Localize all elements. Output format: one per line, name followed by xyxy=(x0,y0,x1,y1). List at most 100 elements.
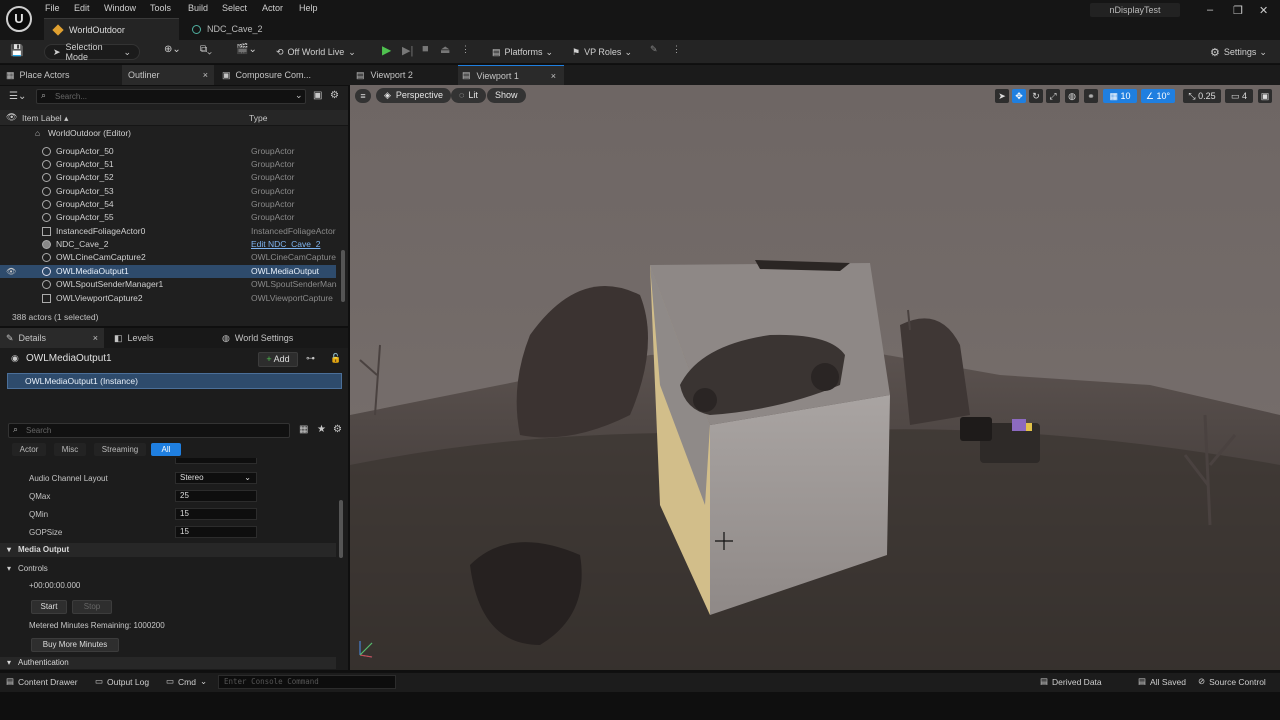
save-icon[interactable]: 💾 xyxy=(10,44,24,60)
console-input[interactable]: Enter Console Command xyxy=(218,675,396,689)
menu-window[interactable]: Window xyxy=(104,3,136,13)
audio-channel-layout-select[interactable]: Stereo ⌄ xyxy=(175,472,257,484)
more-options-icon[interactable]: ⋮ xyxy=(461,44,470,60)
table-row[interactable]: OWLSpoutSenderManager1 OWLSpoutSenderMana xyxy=(0,278,337,291)
details-scrollbar[interactable] xyxy=(339,500,343,558)
play-icon[interactable]: ▶ xyxy=(382,43,391,59)
section-media-output[interactable]: ▾ Media Output xyxy=(0,543,336,557)
edit-ndc-link[interactable]: Edit NDC_Cave_2 xyxy=(251,238,337,251)
unreal-logo-icon[interactable]: U xyxy=(6,6,32,32)
outliner-scrollbar[interactable] xyxy=(341,250,345,302)
tab-world-settings[interactable]: ◍ World Settings xyxy=(216,328,346,348)
tab-levels[interactable]: ◧ Levels xyxy=(108,328,208,348)
menu-file[interactable]: File xyxy=(45,3,60,13)
table-view-icon[interactable]: ▦ xyxy=(299,424,308,435)
section-controls[interactable]: ▾ Controls xyxy=(0,562,336,575)
table-row[interactable]: GroupActor_52 GroupActor xyxy=(0,171,336,184)
output-log-button[interactable]: ▭ Output Log xyxy=(95,676,149,687)
scale-icon[interactable]: ⤢ xyxy=(1046,89,1060,103)
move-icon[interactable]: ✥ xyxy=(1012,89,1026,103)
tab-ndc-cave[interactable]: NDC_Cave_2 xyxy=(182,18,302,40)
step-icon[interactable]: ▶| xyxy=(402,44,413,60)
cmd-dropdown[interactable]: ▭ Cmd ⌄ xyxy=(166,676,207,687)
hamburger-menu-icon[interactable]: ≡ xyxy=(355,89,371,103)
platforms-dropdown[interactable]: ▤ Platforms ⌄ xyxy=(492,44,553,60)
menu-help[interactable]: Help xyxy=(299,3,318,13)
blueprint-icon[interactable]: ⧉⌄ xyxy=(200,44,212,60)
menu-tools[interactable]: Tools xyxy=(150,3,171,13)
minimize-icon[interactable]: – xyxy=(1207,4,1213,16)
cinematics-icon[interactable]: 🎬⌄ xyxy=(236,44,257,60)
tab-viewport-2[interactable]: ▤ Viewport 2 xyxy=(352,65,452,85)
world-icon[interactable]: ◍ xyxy=(1065,89,1079,103)
instance-row[interactable]: OWLMediaOutput1 (Instance) xyxy=(7,373,342,389)
close-icon[interactable]: × xyxy=(551,71,556,81)
more-options-icon[interactable]: ⋮ xyxy=(672,44,681,60)
source-control-button[interactable]: ⊘ Source Control xyxy=(1198,676,1266,687)
puzzle-icon[interactable]: ✎ xyxy=(650,44,658,60)
perspective-dropdown[interactable]: ◈ Perspective xyxy=(376,88,451,103)
rotate-icon[interactable]: ↻ xyxy=(1029,89,1043,103)
close-icon[interactable]: × xyxy=(203,70,208,80)
vp-roles-dropdown[interactable]: ⚑ VP Roles ⌄ xyxy=(572,44,632,60)
add-actor-icon[interactable]: ⊕⌄ xyxy=(164,44,181,60)
visibility-eye-icon[interactable]: 👁 xyxy=(6,112,17,123)
tab-composure[interactable]: ▣ Composure Com... xyxy=(216,65,346,85)
level-viewport[interactable] xyxy=(350,85,1280,670)
qmin-field[interactable]: 15 xyxy=(175,508,257,520)
show-dropdown[interactable]: Show xyxy=(487,88,526,103)
lit-dropdown[interactable]: ◌ Lit xyxy=(451,88,486,103)
filter-all[interactable]: All xyxy=(151,443,181,456)
table-row[interactable]: GroupActor_53 GroupActor xyxy=(0,185,336,198)
table-row[interactable]: InstancedFoliageActor0 InstancedFoliageAc… xyxy=(0,225,336,238)
menu-edit[interactable]: Edit xyxy=(74,3,90,13)
table-row[interactable]: OWLViewportCapture2 OWLViewportCapture xyxy=(0,292,336,305)
filter-misc[interactable]: Misc xyxy=(54,443,86,456)
visibility-eye-icon[interactable]: 👁 xyxy=(6,265,16,278)
tab-world-outdoor[interactable]: WorldOutdoor xyxy=(44,18,179,40)
tab-outliner[interactable]: Outliner × xyxy=(122,65,214,85)
section-authentication[interactable]: ▾ Authentication xyxy=(0,657,336,669)
close-icon[interactable]: ✕ xyxy=(1259,4,1268,17)
table-row[interactable]: NDC_Cave_2 Edit NDC_Cave_2 xyxy=(0,238,336,251)
tab-details[interactable]: ✎ Details × xyxy=(0,328,104,348)
star-icon[interactable]: ★ xyxy=(317,424,326,435)
start-button[interactable]: Start xyxy=(31,600,67,614)
all-saved-button[interactable]: ▤ All Saved xyxy=(1138,676,1186,687)
derived-data-button[interactable]: ▤ Derived Data xyxy=(1040,676,1102,687)
close-icon[interactable]: × xyxy=(93,333,98,343)
table-row[interactable]: OWLCineCamCapture2 OWLCineCamCapture xyxy=(0,251,336,264)
table-row[interactable]: GroupActor_51 GroupActor xyxy=(0,158,336,171)
gopsize-field[interactable]: 15 xyxy=(175,526,257,538)
col-item-label[interactable]: Item Label ▴ xyxy=(22,113,68,124)
tab-viewport-1[interactable]: ▤ Viewport 1 × xyxy=(458,65,564,85)
tree-root-row[interactable]: WorldOutdoor (Editor) ⌂ xyxy=(0,127,336,140)
surface-snap-icon[interactable]: ⚭ xyxy=(1084,89,1098,103)
table-row[interactable]: GroupActor_50 GroupActor xyxy=(0,145,336,158)
content-drawer-button[interactable]: ▤ Content Drawer xyxy=(6,676,78,687)
qmax-field[interactable]: 25 xyxy=(175,490,257,502)
gear-icon[interactable]: ⚙ xyxy=(333,424,342,435)
filter-streaming[interactable]: Streaming xyxy=(94,443,146,456)
layout-icon[interactable]: ▣ xyxy=(1258,89,1272,103)
rotation-snap-toggle[interactable]: ∠ 10° xyxy=(1141,89,1175,103)
table-row[interactable]: GroupActor_54 GroupActor xyxy=(0,198,336,211)
outliner-search-input[interactable]: Search... xyxy=(36,89,306,104)
menu-build[interactable]: Build xyxy=(188,3,208,13)
menu-select[interactable]: Select xyxy=(222,3,247,13)
settings-dropdown[interactable]: ⚙ Settings ⌄ xyxy=(1210,44,1267,60)
menu-actor[interactable]: Actor xyxy=(262,3,283,13)
select-arrow-icon[interactable]: ➤ xyxy=(995,89,1009,103)
filter-actor[interactable]: Actor xyxy=(12,443,46,456)
play-mode-dropdown[interactable]: ⟲ Off World Live ⌄ xyxy=(276,44,356,60)
eject-icon[interactable]: ⏏ xyxy=(440,43,450,59)
maximize-icon[interactable]: ❐ xyxy=(1233,4,1243,17)
grid-snap-toggle[interactable]: ▦ 10 xyxy=(1103,89,1137,103)
stop-button[interactable]: Stop xyxy=(72,600,112,614)
gear-icon[interactable]: ⚙ xyxy=(330,90,339,101)
buy-more-minutes-button[interactable]: Buy More Minutes xyxy=(31,638,119,652)
lock-icon[interactable]: 🔓 xyxy=(330,353,341,364)
col-type[interactable]: Type xyxy=(249,113,267,123)
blueprint-icon[interactable]: ⊶ xyxy=(306,353,315,364)
table-row-selected[interactable]: 👁 OWLMediaOutput1 OWLMediaOutput xyxy=(0,265,336,278)
